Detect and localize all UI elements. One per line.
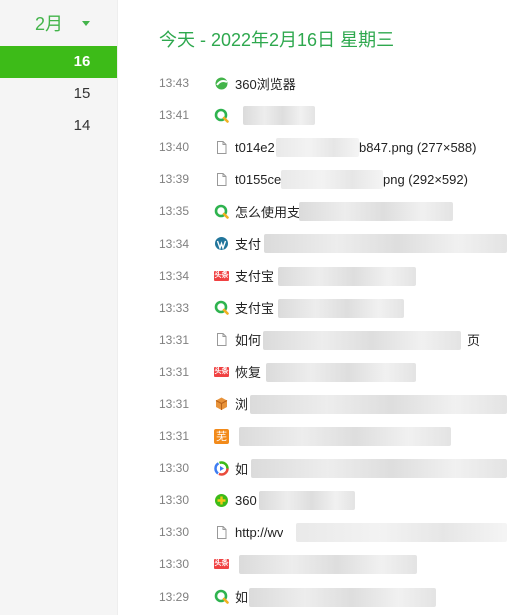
history-title: 360 <box>235 492 257 508</box>
visit-time: 13:31 <box>159 332 190 347</box>
toutiao-icon: 头条 <box>214 557 229 572</box>
colorful-circle-icon <box>214 460 229 476</box>
orange-badge: 芜 <box>214 428 229 444</box>
history-row[interactable]: 13:30 如 <box>118 452 507 484</box>
history-title: 如何 <box>235 333 262 349</box>
history-row[interactable]: 13:31 浏 <box>118 388 507 420</box>
history-row[interactable]: 13:34 支付 <box>118 227 507 259</box>
visit-time: 13:29 <box>159 589 190 604</box>
visit-time: 13:31 <box>159 364 190 379</box>
history-title: 支付 <box>235 237 262 253</box>
visit-time: 13:39 <box>159 172 190 187</box>
visit-time: 13:30 <box>159 557 190 572</box>
month-label: 2月 <box>35 14 64 34</box>
toutiao-badge: 头条 <box>214 366 229 377</box>
day-item-16[interactable]: 16 <box>0 46 117 78</box>
box-icon <box>214 396 229 411</box>
history-row[interactable]: 13:30 头条 <box>118 548 507 580</box>
visit-time: 13:35 <box>159 204 190 219</box>
visit-time: 13:31 <box>159 396 190 411</box>
redacted-text <box>251 459 507 479</box>
history-title: 如 <box>235 590 249 606</box>
redacted-text <box>278 266 416 286</box>
360-search-icon <box>214 204 229 219</box>
redacted-text <box>281 170 383 190</box>
history-title: t0155ce <box>235 171 282 187</box>
history-window: 2月 16 15 14 今天 - 2022年2月16日 星期三 13:43 36… <box>0 0 507 615</box>
history-row[interactable]: 13:40 t014e2 b847.png (277×588) <box>118 131 507 163</box>
history-title: 怎么使用支 <box>235 204 301 220</box>
history-row[interactable]: 13:35 怎么使用支 <box>118 195 507 227</box>
history-row[interactable]: 13:31 如何 页 <box>118 324 507 356</box>
day-item-15[interactable]: 15 <box>0 78 117 110</box>
redacted-text <box>276 138 359 158</box>
history-row[interactable]: 13:30 360 <box>118 484 507 516</box>
360-search-icon <box>214 300 229 316</box>
history-row[interactable]: 13:31 芜 <box>118 420 507 452</box>
history-main: 今天 - 2022年2月16日 星期三 13:43 360浏览器 13:41 1… <box>118 0 507 615</box>
redacted-text <box>250 394 507 414</box>
history-title-suffix: b847.png (277×588) <box>359 139 477 155</box>
date-heading: 今天 - 2022年2月16日 星期三 <box>159 30 395 50</box>
caret-down-icon <box>82 21 91 26</box>
redacted-text <box>299 202 453 222</box>
wordpress-icon <box>214 236 229 251</box>
date-sidebar: 2月 16 15 14 <box>0 0 118 615</box>
visit-time: 13:43 <box>159 76 190 91</box>
file-icon <box>214 332 229 347</box>
history-title: 浏 <box>235 397 249 413</box>
month-selector[interactable]: 2月 <box>0 0 117 46</box>
history-title: 支付宝 <box>235 301 275 317</box>
visit-time: 13:40 <box>159 140 190 155</box>
visit-time: 13:30 <box>159 461 190 476</box>
redacted-text <box>243 106 315 126</box>
visit-time: 13:41 <box>159 108 190 123</box>
visit-time: 13:30 <box>159 493 190 508</box>
360-search-icon <box>214 589 229 604</box>
360-browser-icon <box>214 76 229 91</box>
history-row[interactable]: 13:33 支付宝 <box>118 292 507 324</box>
history-row[interactable]: 13:29 如 <box>118 581 507 613</box>
orange-badge-icon: 芜 <box>214 428 229 444</box>
redacted-text <box>278 298 404 318</box>
redacted-text <box>266 362 416 382</box>
toutiao-icon: 头条 <box>214 268 229 283</box>
visit-time: 13:34 <box>159 236 190 251</box>
toutiao-badge: 头条 <box>214 270 229 281</box>
redacted-text <box>259 491 355 511</box>
redacted-text <box>239 427 451 447</box>
toutiao-badge: 头条 <box>214 559 229 570</box>
history-title: 如 <box>235 461 249 477</box>
history-title-suffix: 页 <box>467 333 481 349</box>
file-icon <box>214 140 229 155</box>
redacted-text <box>263 330 461 350</box>
toutiao-icon: 头条 <box>214 364 229 379</box>
visit-time: 13:34 <box>159 268 190 283</box>
visit-time: 13:30 <box>159 525 190 540</box>
visit-time: 13:33 <box>159 300 190 315</box>
history-row[interactable]: 13:41 <box>118 99 507 131</box>
history-title: 恢复 <box>235 365 262 381</box>
history-row[interactable]: 13:31 头条 恢复 <box>118 356 507 388</box>
history-row[interactable]: 13:39 t0155ce png (292×592) <box>118 163 507 195</box>
history-title: 支付宝 <box>235 269 275 285</box>
redacted-text <box>296 523 507 543</box>
history-title: 360浏览器 <box>235 76 296 92</box>
history-title: t014e2 <box>235 139 275 155</box>
history-row[interactable]: 13:43 360浏览器 <box>118 67 507 99</box>
360-search-icon <box>214 108 229 123</box>
redacted-text <box>249 587 436 607</box>
history-title-suffix: png (292×592) <box>383 171 468 187</box>
file-icon <box>214 172 229 187</box>
history-row[interactable]: 13:30 http://wv <box>118 516 507 548</box>
360-plus-icon <box>214 493 229 508</box>
visit-time: 13:31 <box>159 429 190 444</box>
history-row[interactable]: 13:34 头条 支付宝 <box>118 260 507 292</box>
redacted-text <box>264 234 507 254</box>
day-item-14[interactable]: 14 <box>0 110 117 142</box>
file-icon <box>214 525 229 540</box>
history-title: http://wv <box>235 524 284 540</box>
history-list: 13:43 360浏览器 13:41 13:40 t014e2 b847.png… <box>118 67 507 613</box>
redacted-text <box>239 555 417 575</box>
